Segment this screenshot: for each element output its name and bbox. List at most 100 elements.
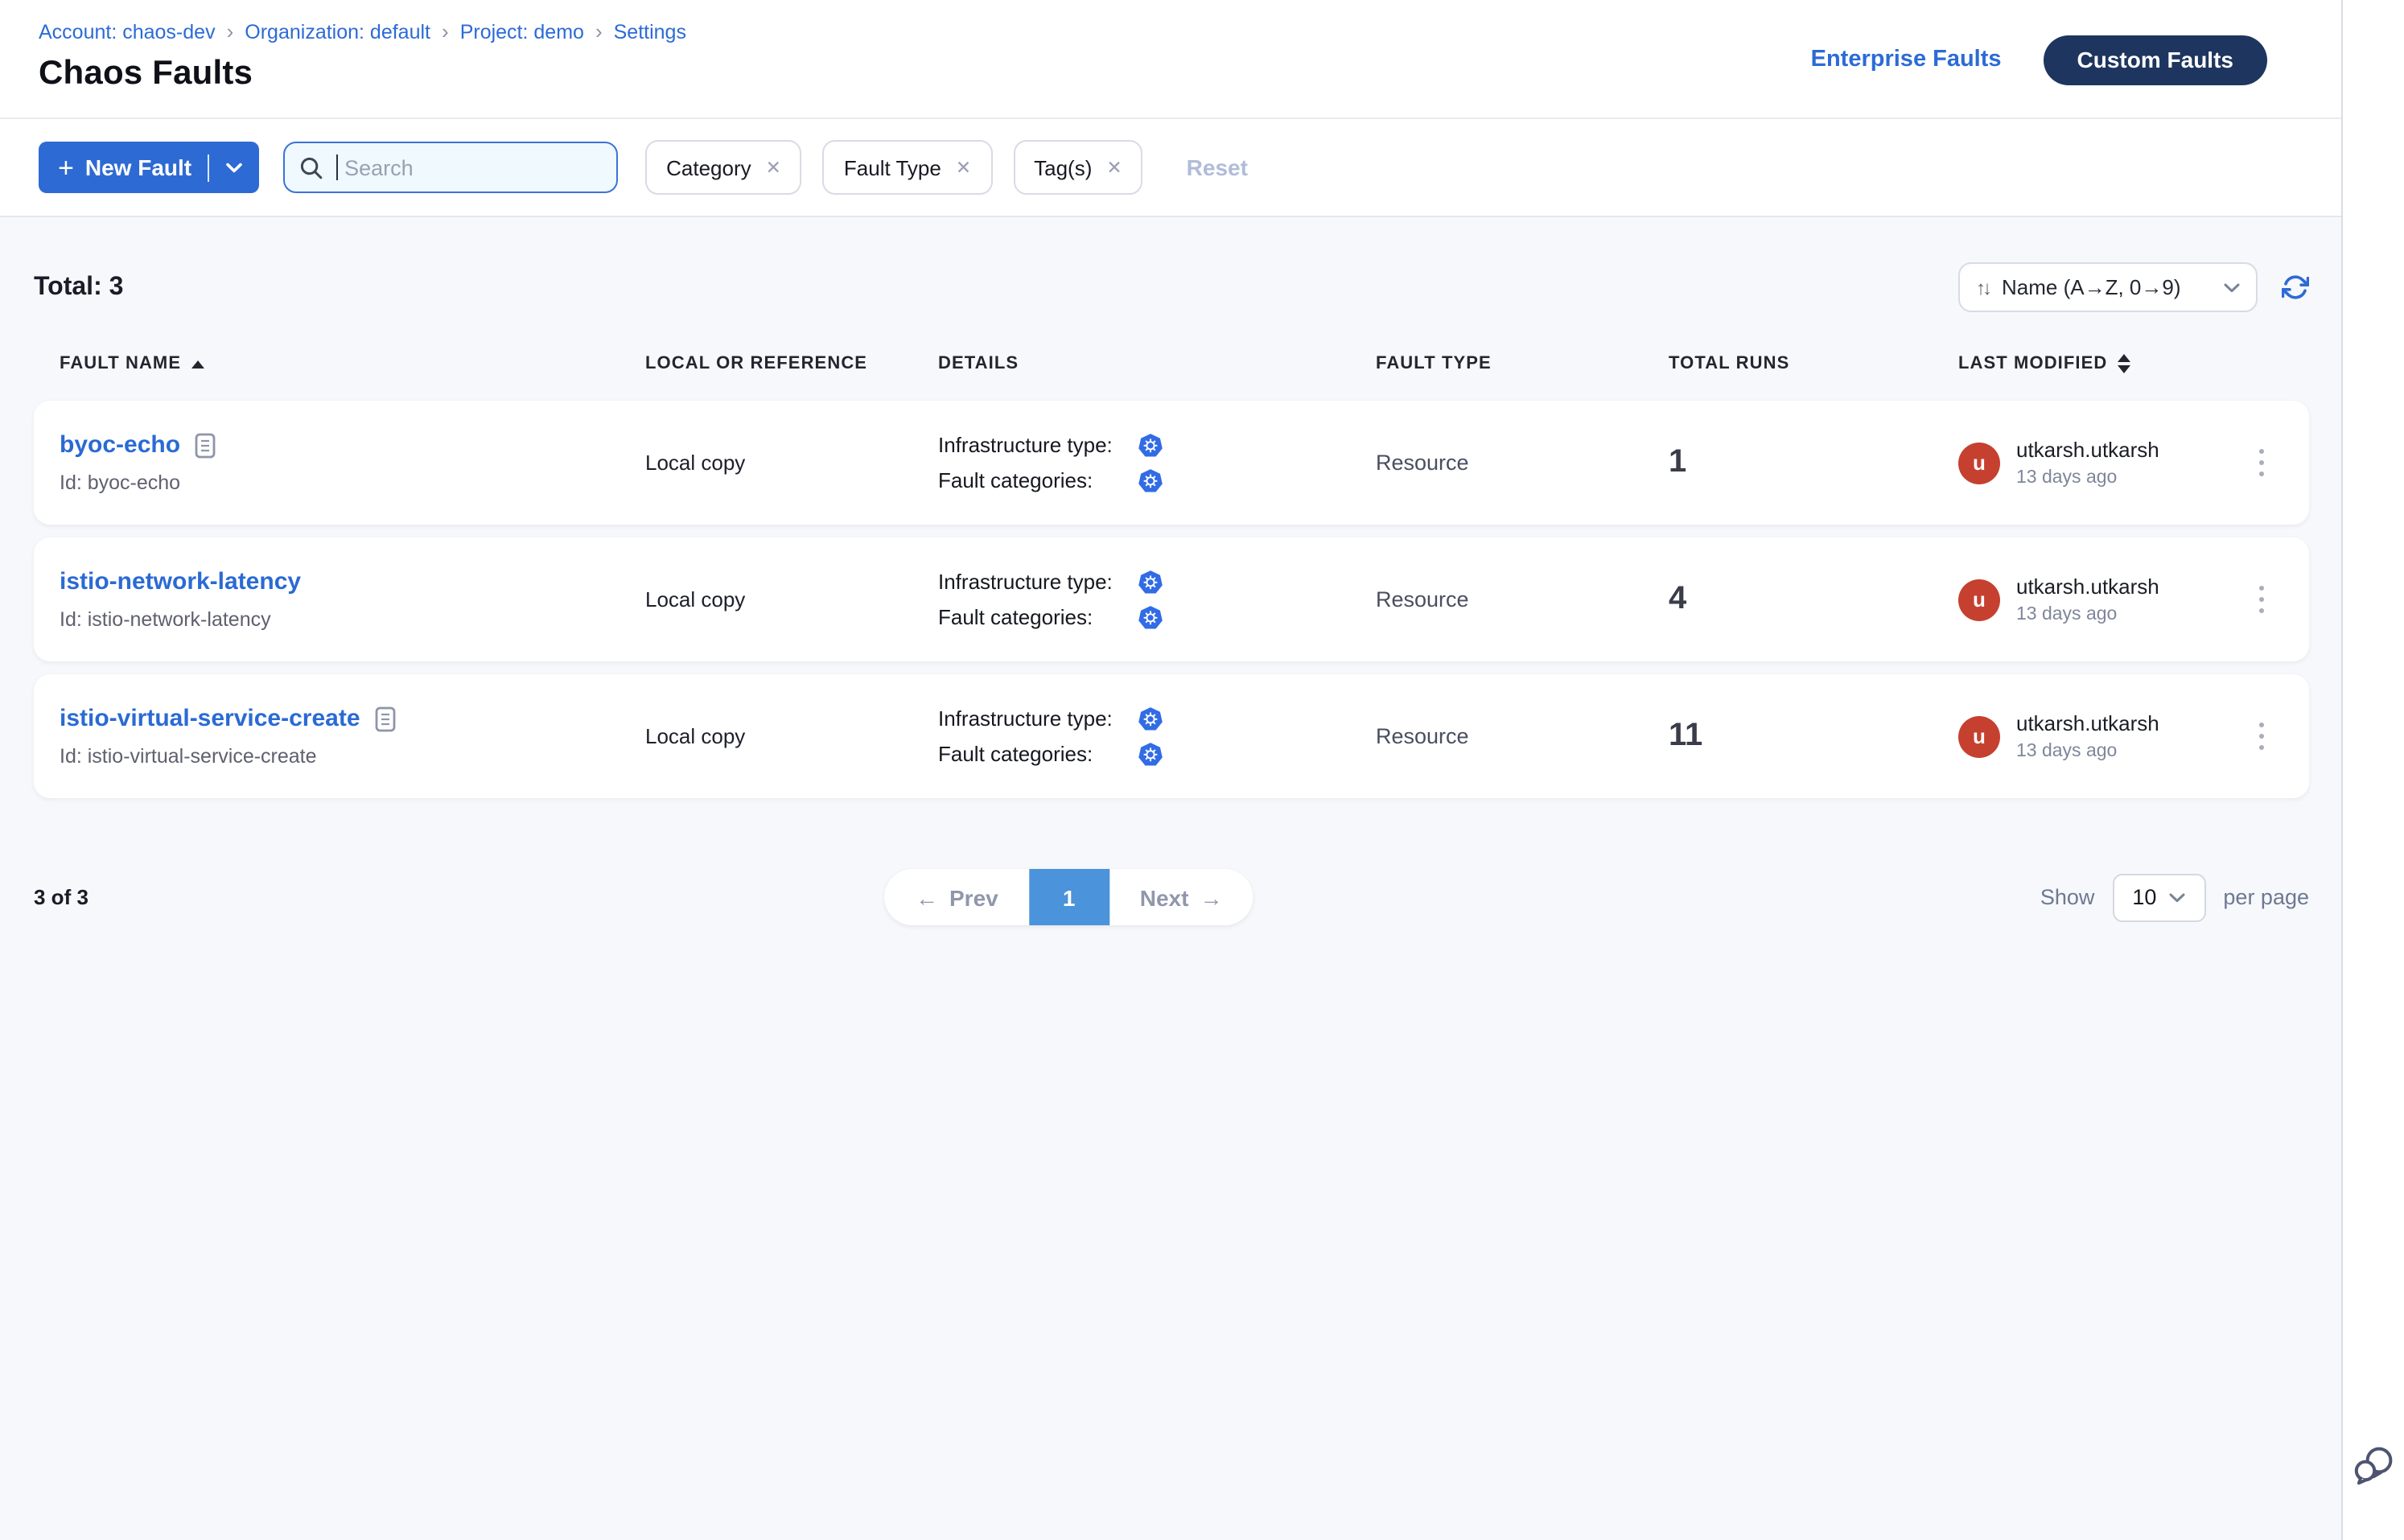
fault-row-istio-virtual-service-create[interactable]: istio-virtual-service-create Id: istio-v… [34,674,2309,798]
column-header-last-modified[interactable]: LAST MODIFIED [1958,354,2238,373]
fault-id: Id: byoc-echo [60,471,645,494]
kubernetes-icon [1138,741,1163,767]
button-divider [208,154,209,181]
total-count-label: Total: 3 [34,273,123,302]
kubernetes-icon [1138,604,1163,630]
local-or-reference-value: Local copy [645,451,938,475]
breadcrumb-account[interactable]: Account: chaos-dev [39,20,216,43]
breadcrumb-separator: › [227,19,234,43]
modified-by-user: utkarsh.utkarsh [2016,574,2159,599]
pager: ← Prev 1 Next → [885,869,1253,925]
modified-by-user: utkarsh.utkarsh [2016,711,2159,735]
total-runs-value: 4 [1669,581,1958,618]
kubernetes-icon [1138,432,1163,458]
fault-name-link[interactable]: byoc-echo [60,431,180,459]
remove-tags-filter-icon[interactable]: ✕ [1106,156,1122,179]
sort-both-icon [2117,354,2130,373]
page-title: Chaos Faults [39,55,686,93]
fault-list: byoc-echo Id: byoc-echo Local copy Infra… [34,401,2309,798]
main-area: Account: chaos-dev › Organization: defau… [0,0,2341,1540]
row-menu-button[interactable] [2246,713,2277,760]
fault-type-value: Resource [1376,724,1669,748]
breadcrumb-organization[interactable]: Organization: default [245,20,430,43]
content-area: Total: 3 ↑↓ Name (A→Z, 0→9) FAULT NAME [0,217,2341,1540]
filter-chips: Category ✕ Fault Type ✕ Tag(s) ✕ [645,140,1143,195]
remove-fault-type-filter-icon[interactable]: ✕ [956,156,971,179]
kubernetes-icon [1138,467,1163,493]
sort-dropdown[interactable]: ↑↓ Name (A→Z, 0→9) [1958,262,2258,312]
breadcrumb-project[interactable]: Project: demo [460,20,584,43]
infrastructure-type-label: Infrastructure type: [938,570,1138,594]
new-fault-button[interactable]: + New Fault [39,142,259,193]
row-menu-button[interactable] [2246,576,2277,624]
sort-arrows-icon: ↑↓ [1976,276,1989,299]
local-or-reference-value: Local copy [645,724,938,748]
search-input[interactable] [341,154,589,181]
breadcrumb: Account: chaos-dev › Organization: defau… [39,19,686,43]
search-box[interactable] [283,142,618,193]
breadcrumb-settings[interactable]: Settings [614,20,686,43]
tags-filter-chip[interactable]: Tag(s) ✕ [1013,140,1143,195]
custom-faults-button[interactable]: Custom Faults [2044,35,2267,84]
fault-id: Id: istio-network-latency [60,608,645,631]
arrow-right-icon: → [1200,884,1222,910]
manifest-icon[interactable] [195,432,216,458]
header-left: Account: chaos-dev › Organization: defau… [39,0,686,93]
breadcrumb-separator: › [442,19,449,43]
fault-name-link[interactable]: istio-virtual-service-create [60,705,360,732]
fault-type-filter-chip[interactable]: Fault Type ✕ [823,140,992,195]
column-header-details: DETAILS [938,354,1376,373]
page-size-controls: Show 10 per page [2040,873,2309,921]
breadcrumb-separator: › [595,19,603,43]
header-right: Enterprise Faults Custom Faults [1811,0,2328,119]
fault-row-istio-network-latency[interactable]: istio-network-latency Id: istio-network-… [34,537,2309,661]
prev-page-button[interactable]: ← Prev [885,869,1029,925]
column-header-total-runs: TOTAL RUNS [1669,354,1958,373]
avatar: u [1958,715,2000,757]
infrastructure-type-label: Infrastructure type: [938,706,1138,731]
modified-time: 13 days ago [2016,468,2159,488]
reset-filters-button[interactable]: Reset [1187,154,1248,180]
remove-category-filter-icon[interactable]: ✕ [766,156,781,179]
page-size-select[interactable]: 10 [2112,873,2205,921]
kubernetes-icon [1138,706,1163,731]
category-filter-chip[interactable]: Category ✕ [645,140,802,195]
next-page-button[interactable]: Next → [1109,869,1253,925]
modified-time: 13 days ago [2016,742,2159,761]
tags-filter-label: Tag(s) [1034,155,1092,179]
help-chat-button[interactable] [2351,1443,2396,1497]
fault-categories-label: Fault categories: [938,468,1138,492]
per-page-label: per page [2223,885,2309,909]
chevron-down-icon [2224,282,2240,292]
local-or-reference-value: Local copy [645,587,938,611]
modified-time: 13 days ago [2016,605,2159,624]
kubernetes-icon [1138,569,1163,595]
show-label: Show [2040,885,2095,909]
fault-name-link[interactable]: istio-network-latency [60,568,301,595]
avatar: u [1958,579,2000,620]
total-runs-value: 1 [1669,444,1958,481]
enterprise-faults-link[interactable]: Enterprise Faults [1811,47,2002,72]
search-icon [299,155,323,179]
chevron-down-icon[interactable] [225,162,243,173]
chevron-down-icon [2169,892,2185,902]
list-controls-row: Total: 3 ↑↓ Name (A→Z, 0→9) [34,262,2309,312]
row-menu-button[interactable] [2246,439,2277,487]
page-header: Account: chaos-dev › Organization: defau… [0,0,2341,119]
column-header-local-or-reference: LOCAL OR REFERENCE [645,354,938,373]
column-header-fault-name[interactable]: FAULT NAME [60,354,645,373]
fault-type-value: Resource [1376,587,1669,611]
refresh-button[interactable] [2282,274,2309,301]
fault-row-byoc-echo[interactable]: byoc-echo Id: byoc-echo Local copy Infra… [34,401,2309,525]
chaos-faults-page: Account: chaos-dev › Organization: defau… [0,0,2404,1540]
arrow-left-icon: ← [916,884,938,910]
text-cursor [336,154,338,180]
infrastructure-type-label: Infrastructure type: [938,433,1138,457]
manifest-icon[interactable] [375,706,396,731]
sort-selected-label: Name (A→Z, 0→9) [2002,275,2211,299]
fault-categories-label: Fault categories: [938,605,1138,629]
page-1-button[interactable]: 1 [1029,869,1109,925]
total-runs-value: 11 [1669,718,1958,755]
fault-categories-label: Fault categories: [938,742,1138,766]
sort-ascending-icon [191,360,204,368]
